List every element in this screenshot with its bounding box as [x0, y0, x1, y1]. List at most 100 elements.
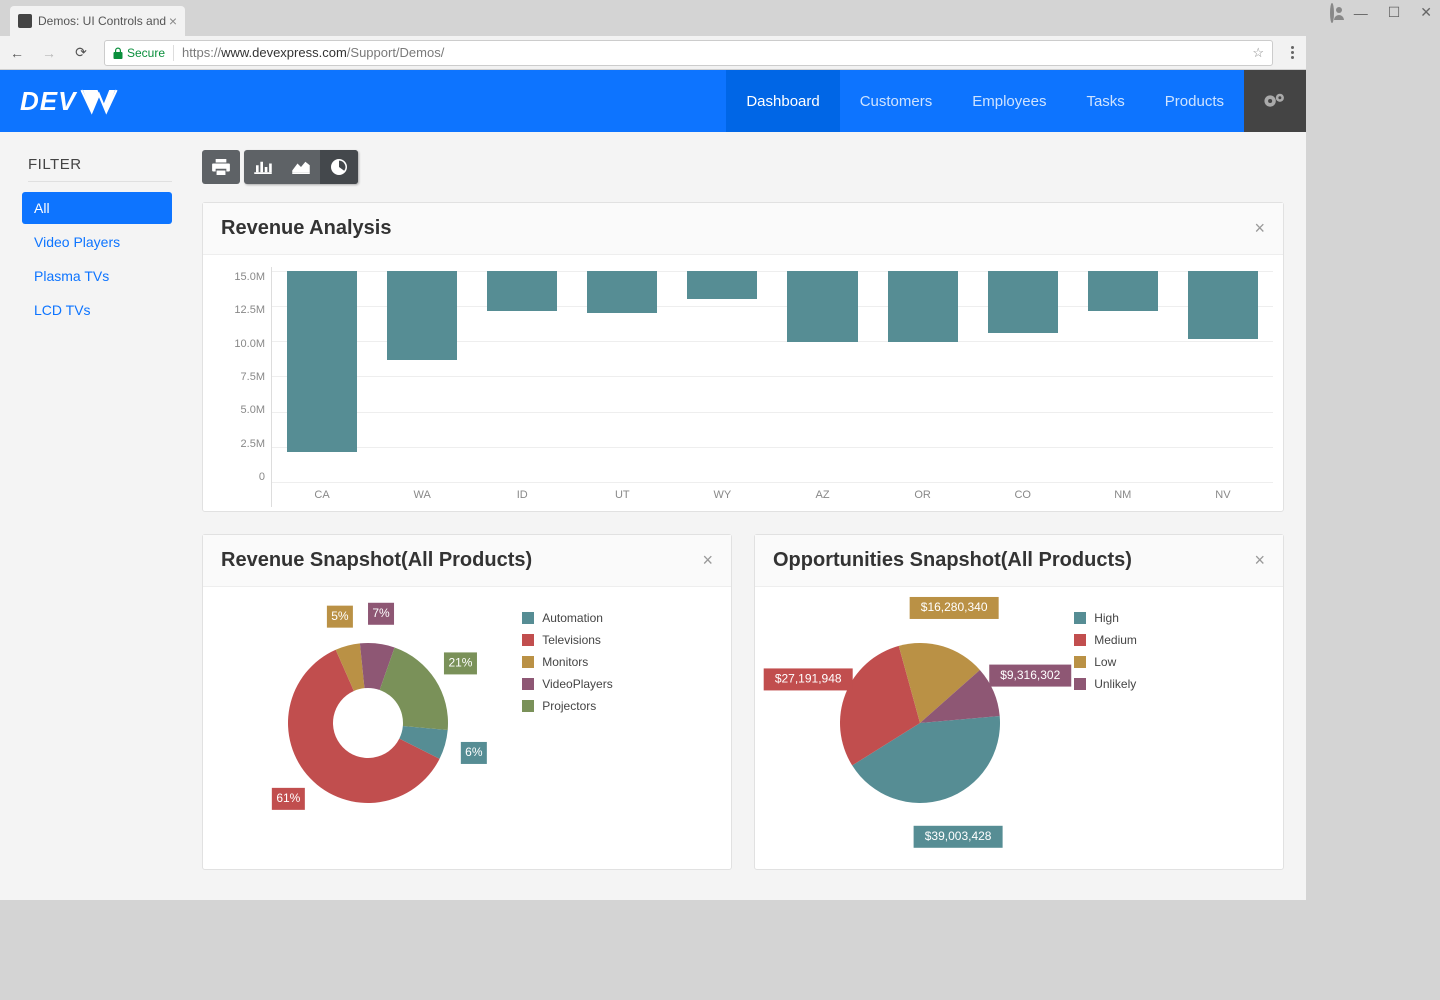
- x-tick: WY: [672, 483, 772, 507]
- slice-label: 5%: [327, 606, 353, 628]
- filter-item[interactable]: Video Players: [22, 226, 172, 258]
- svg-text:7%: 7%: [372, 606, 390, 620]
- forward-icon[interactable]: →: [40, 45, 58, 61]
- browser-urlbar: ← → ⟳ Secure https://www.devexpress.com/…: [0, 36, 1306, 70]
- app-navbar: DEV DashboardCustomersEmployeesTasksProd…: [0, 70, 1306, 132]
- url-text: https://www.devexpress.com/Support/Demos…: [182, 45, 444, 60]
- legend-swatch: [522, 656, 534, 668]
- logo-text: DEV: [20, 86, 76, 117]
- legend-label: Monitors: [542, 655, 588, 669]
- print-button[interactable]: [202, 150, 240, 184]
- bar-WY[interactable]: [687, 271, 757, 299]
- area-chart-button[interactable]: [282, 150, 320, 184]
- opportunities-pie-chart: $39,003,428$27,191,948$16,280,340$9,316,…: [765, 603, 1074, 843]
- bar-OR[interactable]: [888, 271, 958, 342]
- legend-item[interactable]: Low: [1074, 655, 1273, 669]
- bar-NM[interactable]: [1088, 271, 1158, 311]
- panel-title: Revenue Analysis: [221, 217, 391, 240]
- x-tick: AZ: [772, 483, 872, 507]
- bar-CA[interactable]: [287, 271, 357, 452]
- maximize-icon[interactable]: ☐: [1388, 4, 1401, 21]
- revenue-analysis-panel: Revenue Analysis × 15.0M12.5M10.0M7.5M5.…: [202, 202, 1284, 512]
- filter-item[interactable]: LCD TVs: [22, 294, 172, 326]
- chart-type-group: [244, 150, 358, 184]
- filter-heading: FILTER: [28, 156, 172, 182]
- legend-label: Automation: [542, 611, 603, 625]
- legend-swatch: [1074, 656, 1086, 668]
- legend-item[interactable]: High: [1074, 611, 1273, 625]
- x-tick: OR: [873, 483, 973, 507]
- minimize-icon[interactable]: —: [1354, 5, 1368, 21]
- bar-ID[interactable]: [487, 271, 557, 311]
- legend-item[interactable]: Unlikely: [1074, 677, 1273, 691]
- settings-button[interactable]: [1244, 70, 1306, 132]
- opportunities-snapshot-panel: Opportunities Snapshot(All Products) × $…: [754, 534, 1284, 870]
- legend-item[interactable]: Televisions: [522, 633, 721, 647]
- legend-item[interactable]: VideoPlayers: [522, 677, 721, 691]
- panel-title: Revenue Snapshot(All Products): [221, 549, 532, 572]
- x-tick: NM: [1073, 483, 1173, 507]
- secure-indicator: Secure: [113, 46, 165, 60]
- legend-item[interactable]: Automation: [522, 611, 721, 625]
- legend-swatch: [1074, 612, 1086, 624]
- browser-menu-icon[interactable]: [1287, 46, 1298, 59]
- close-icon[interactable]: ×: [169, 13, 177, 29]
- user-icon[interactable]: [1330, 5, 1334, 21]
- address-bar[interactable]: Secure https://www.devexpress.com/Suppor…: [104, 40, 1273, 66]
- legend-label: Low: [1094, 655, 1116, 669]
- svg-text:$27,191,948: $27,191,948: [774, 672, 841, 686]
- nav-item-employees[interactable]: Employees: [952, 70, 1066, 132]
- bar-NV[interactable]: [1188, 271, 1258, 339]
- tab-title: Demos: UI Controls and F: [38, 14, 169, 28]
- slice-label: 61%: [271, 788, 304, 810]
- legend-label: VideoPlayers: [542, 677, 613, 691]
- legend-swatch: [1074, 634, 1086, 646]
- bar-WA[interactable]: [387, 271, 457, 360]
- x-tick: UT: [572, 483, 672, 507]
- browser-tab[interactable]: Demos: UI Controls and F ×: [10, 6, 185, 36]
- svg-text:5%: 5%: [331, 609, 349, 623]
- bar-CO[interactable]: [988, 271, 1058, 333]
- legend-swatch: [522, 700, 534, 712]
- legend-label: Televisions: [542, 633, 601, 647]
- tab-favicon: [18, 14, 32, 28]
- filter-item[interactable]: All: [22, 192, 172, 224]
- primary-nav: DashboardCustomersEmployeesTasksProducts: [726, 70, 1244, 132]
- bookmark-icon[interactable]: ☆: [1252, 45, 1264, 61]
- nav-item-customers[interactable]: Customers: [840, 70, 953, 132]
- x-tick: CA: [272, 483, 372, 507]
- nav-item-products[interactable]: Products: [1145, 70, 1244, 132]
- slice-label: $9,316,302: [989, 665, 1071, 687]
- app-logo[interactable]: DEV: [0, 70, 118, 132]
- bar-UT[interactable]: [587, 271, 657, 313]
- pie-chart-button[interactable]: [320, 150, 358, 184]
- filter-item[interactable]: Plasma TVs: [22, 260, 172, 292]
- svg-text:61%: 61%: [276, 791, 300, 805]
- nav-item-tasks[interactable]: Tasks: [1066, 70, 1144, 132]
- legend-label: Unlikely: [1094, 677, 1136, 691]
- close-icon[interactable]: ×: [1254, 218, 1265, 239]
- revenue-bar-chart: 15.0M12.5M10.0M7.5M5.0M2.5M0 CAWAIDUTWYA…: [213, 267, 1273, 507]
- nav-item-dashboard[interactable]: Dashboard: [726, 70, 839, 132]
- reload-icon[interactable]: ⟳: [72, 44, 90, 61]
- bar-chart-button[interactable]: [244, 150, 282, 184]
- bar-AZ[interactable]: [787, 271, 857, 342]
- slice-label: 7%: [368, 603, 394, 625]
- svg-text:$16,280,340: $16,280,340: [920, 600, 987, 614]
- svg-text:21%: 21%: [448, 656, 472, 670]
- legend-item[interactable]: Projectors: [522, 699, 721, 713]
- svg-text:6%: 6%: [465, 745, 483, 759]
- slice-label: $27,191,948: [763, 668, 852, 690]
- slice-label: 6%: [460, 742, 486, 764]
- revenue-legend: Automation Televisions Monitors VideoPlayer…: [522, 603, 721, 843]
- close-icon[interactable]: ×: [1254, 550, 1265, 571]
- close-icon[interactable]: ×: [702, 550, 713, 571]
- legend-item[interactable]: Monitors: [522, 655, 721, 669]
- legend-item[interactable]: Medium: [1074, 633, 1273, 647]
- x-tick: CO: [973, 483, 1073, 507]
- back-icon[interactable]: ←: [8, 45, 26, 61]
- window-controls: — ☐ ✕: [1330, 4, 1432, 21]
- secure-label: Secure: [127, 46, 165, 60]
- legend-swatch: [1074, 678, 1086, 690]
- close-window-icon[interactable]: ✕: [1420, 4, 1432, 21]
